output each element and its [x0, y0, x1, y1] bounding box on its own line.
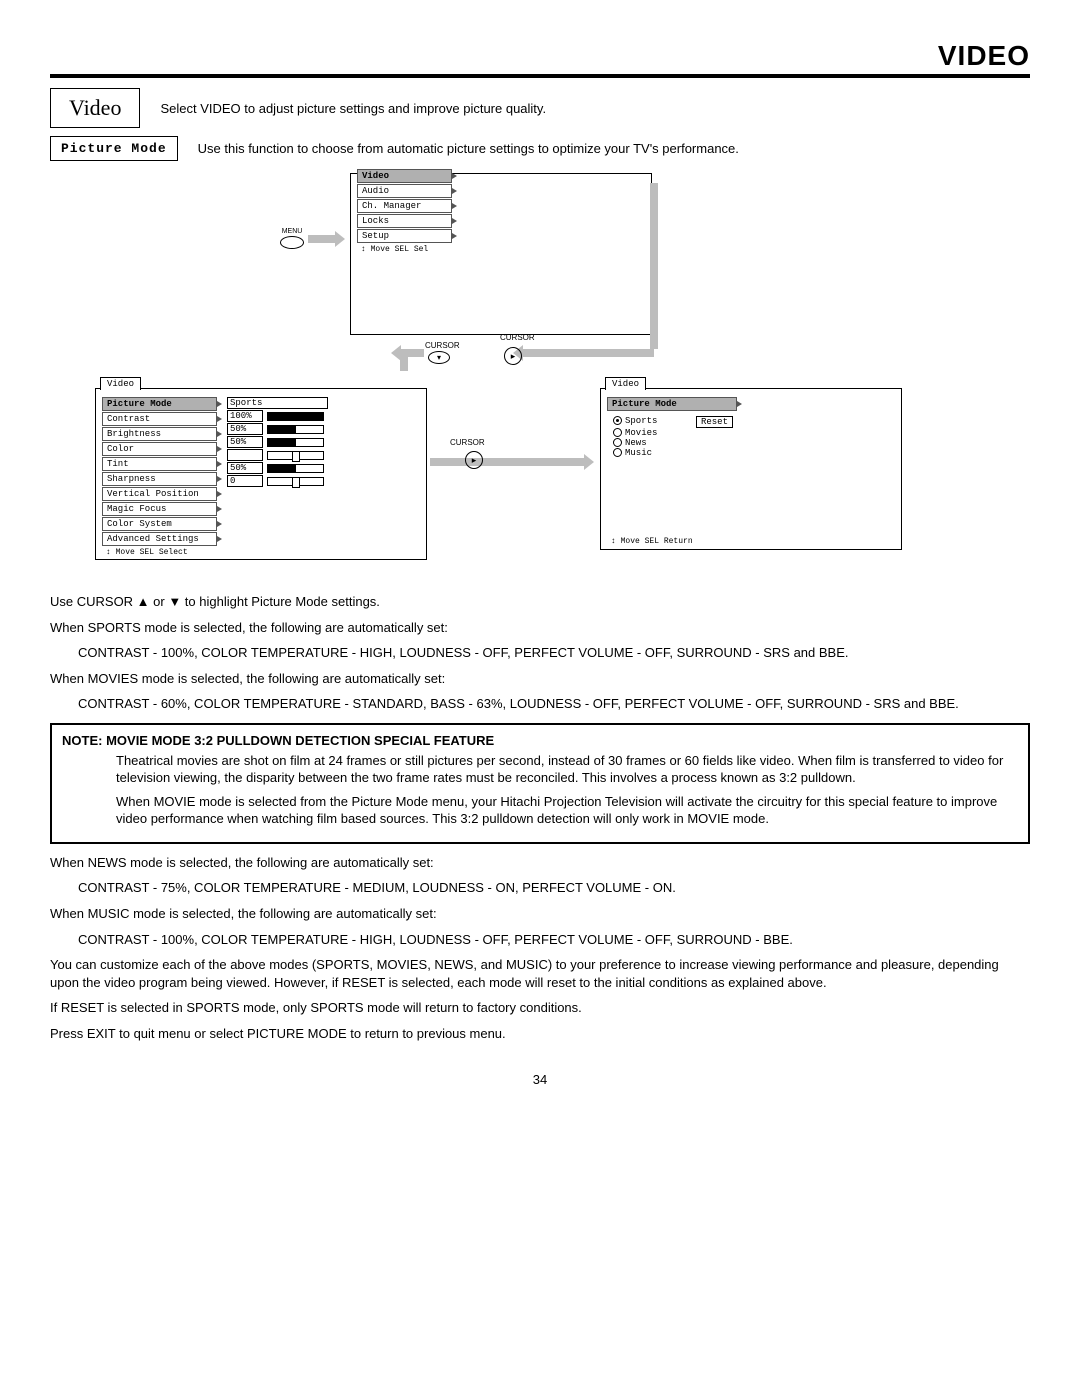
- menu-item-locks: Locks: [357, 214, 452, 228]
- option-sports: Sports: [625, 416, 657, 426]
- note-paragraph-1: Theatrical movies are shot on film at 24…: [116, 752, 1018, 787]
- radio-icon: [613, 438, 622, 447]
- menu-item-setup: Setup: [357, 229, 452, 243]
- menu-item-picture-mode: Picture Mode: [102, 397, 217, 411]
- osd-tab-video: Video: [100, 377, 141, 390]
- menu-item-video: Video: [357, 169, 452, 183]
- arrow-icon: [522, 349, 654, 357]
- arrow-icon: [400, 349, 424, 357]
- page-header: VIDEO: [50, 40, 1030, 78]
- menu-item-contrast: Contrast: [102, 412, 217, 426]
- value-vpos: 0: [227, 475, 263, 487]
- movies-mode-settings: CONTRAST - 60%, COLOR TEMPERATURE - STAN…: [50, 695, 1030, 713]
- sports-mode-heading: When SPORTS mode is selected, the follow…: [50, 619, 1030, 637]
- menu-label: MENU: [282, 228, 303, 235]
- sports-mode-settings: CONTRAST - 100%, COLOR TEMPERATURE - HIG…: [50, 644, 1030, 662]
- menu-item-ch-manager: Ch. Manager: [357, 199, 452, 213]
- music-mode-heading: When MUSIC mode is selected, the followi…: [50, 905, 1030, 923]
- osd-footer: ↕ Move SEL Return: [607, 536, 697, 547]
- menu-item-color-system: Color System: [102, 517, 217, 531]
- osd-footer: ↕ Move SEL Sel: [357, 244, 452, 255]
- movies-mode-heading: When MOVIES mode is selected, the follow…: [50, 670, 1030, 688]
- note-paragraph-2: When MOVIE mode is selected from the Pic…: [116, 793, 1018, 828]
- radio-icon: [613, 428, 622, 437]
- reset-button: Reset: [696, 416, 733, 428]
- osd-tab-video: Video: [605, 377, 646, 390]
- news-mode-heading: When NEWS mode is selected, the followin…: [50, 854, 1030, 872]
- value-sports: Sports: [227, 397, 328, 409]
- cursor-right-icon: ▸: [465, 451, 483, 469]
- subtab-picture-mode: Picture Mode: [607, 397, 737, 411]
- menu-item-magic-focus: Magic Focus: [102, 502, 217, 516]
- menu-diagram: MENU Video Audio Ch. Manager Locks Setup…: [50, 173, 1030, 573]
- radio-icon: [613, 448, 622, 457]
- picture-mode-box-label: Picture Mode: [50, 136, 178, 161]
- menu-item-sharpness: Sharpness: [102, 472, 217, 486]
- radio-icon: [613, 416, 622, 425]
- osd-video-panel: Video Picture Mode Contrast Brightness C…: [95, 388, 427, 560]
- page-number: 34: [50, 1072, 1030, 1087]
- note-label: NOTE:: [62, 733, 102, 748]
- news-mode-settings: CONTRAST - 75%, COLOR TEMPERATURE - MEDI…: [50, 879, 1030, 897]
- arrow-icon: [308, 235, 336, 243]
- note-box: NOTE: MOVIE MODE 3:2 PULLDOWN DETECTION …: [50, 723, 1030, 844]
- note-title: MOVIE MODE 3:2 PULLDOWN DETECTION SPECIA…: [106, 733, 494, 748]
- video-box-label: Video: [50, 88, 140, 128]
- cursor-label: CURSOR: [450, 438, 485, 447]
- menu-item-tint: Tint: [102, 457, 217, 471]
- menu-item-vertical-position: Vertical Position: [102, 487, 217, 501]
- reset-sports-paragraph: If RESET is selected in SPORTS mode, onl…: [50, 999, 1030, 1017]
- menu-item-audio: Audio: [357, 184, 452, 198]
- osd-main-panel: Video Audio Ch. Manager Locks Setup ↕ Mo…: [350, 173, 652, 335]
- value-brightness: 50%: [227, 423, 263, 435]
- cursor-label: CURSOR: [500, 333, 535, 342]
- menu-item-advanced-settings: Advanced Settings: [102, 532, 217, 546]
- menu-item-color: Color: [102, 442, 217, 456]
- value-color: 50%: [227, 436, 263, 448]
- value-contrast: 100%: [227, 410, 263, 422]
- cursor-label: CURSOR: [425, 341, 460, 350]
- instruction-cursor: Use CURSOR ▲ or ▼ to highlight Picture M…: [50, 593, 1030, 611]
- option-music: Music: [625, 448, 652, 458]
- value-sharpness: 50%: [227, 462, 263, 474]
- customize-paragraph: You can customize each of the above mode…: [50, 956, 1030, 991]
- exit-paragraph: Press EXIT to quit menu or select PICTUR…: [50, 1025, 1030, 1043]
- menu-button-icon: MENU: [280, 228, 304, 249]
- music-mode-settings: CONTRAST - 100%, COLOR TEMPERATURE - HIG…: [50, 931, 1030, 949]
- osd-picture-mode-panel: Video Picture Mode Sports Reset Movies N…: [600, 388, 902, 550]
- picture-mode-desc: Use this function to choose from automat…: [198, 141, 739, 156]
- flow-line: [650, 183, 658, 349]
- option-news: News: [625, 438, 647, 448]
- osd-footer: ↕ Move SEL Select: [102, 547, 217, 558]
- arrow-icon: [430, 458, 585, 466]
- option-movies: Movies: [625, 428, 657, 438]
- video-desc: Select VIDEO to adjust picture settings …: [160, 101, 546, 116]
- cursor-right-icon: ▸: [504, 347, 522, 365]
- cursor-down-icon: ▾: [428, 351, 450, 364]
- menu-item-brightness: Brightness: [102, 427, 217, 441]
